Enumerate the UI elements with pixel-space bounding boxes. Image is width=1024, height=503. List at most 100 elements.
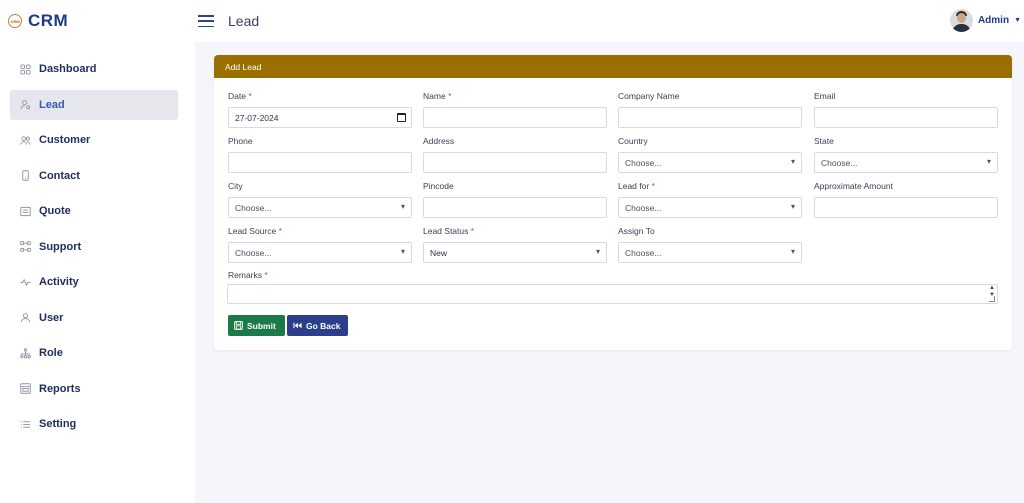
assign-to-field-group: Assign To Choose...	[618, 226, 802, 263]
sidebar-item-label: Support	[39, 240, 82, 253]
user-gear-icon	[20, 99, 31, 110]
sidebar-item-label: User	[39, 311, 64, 324]
go-back-button[interactable]: Go Back	[287, 315, 348, 336]
email-input[interactable]	[814, 107, 998, 128]
city-label: City	[228, 181, 243, 191]
avatar[interactable]	[949, 9, 973, 32]
add-lead-card: Add Lead Date * 27-07-2024 Name * Compan…	[214, 55, 1012, 350]
pulse-icon	[20, 277, 31, 288]
address-field-group: Address	[423, 136, 607, 173]
assign-to-label: Assign To	[618, 226, 655, 236]
address-label: Address	[423, 136, 455, 146]
lead-for-select[interactable]: Choose...	[618, 197, 802, 218]
remarks-field-group: Remarks *	[228, 270, 268, 280]
phone-label: Phone	[228, 136, 253, 146]
remarks-label: Remarks *	[228, 270, 268, 280]
hierarchy-icon	[20, 347, 31, 359]
amount-label: Approximate Amount	[814, 181, 893, 191]
page-title: Lead	[228, 13, 260, 29]
lead-for-label: Lead for *	[618, 181, 655, 191]
city-field-group: City Choose...	[228, 181, 412, 218]
rewind-icon	[293, 322, 302, 329]
country-field-group: Country Choose...	[618, 136, 802, 173]
state-label: State	[814, 136, 834, 146]
grid-icon	[20, 63, 31, 75]
sidebar-item-quote[interactable]: Quote	[10, 196, 178, 226]
sidebar-item-setting[interactable]: Setting	[10, 409, 178, 439]
topbar: Lead Admin ▼	[195, 0, 1024, 42]
sidebar-item-contact[interactable]: Contact	[10, 161, 178, 191]
user-menu[interactable]: Admin ▼	[949, 9, 1021, 32]
card-title: Add Lead	[214, 55, 1012, 78]
lead-source-select[interactable]: Choose...	[228, 242, 412, 263]
sidebar-item-dashboard[interactable]: Dashboard	[10, 54, 178, 84]
sidebar-item-label: Lead	[39, 98, 65, 111]
lead-status-label: Lead Status *	[423, 226, 475, 236]
date-label: Date *	[228, 91, 252, 101]
submit-label: Submit	[247, 320, 276, 331]
remarks-textarea[interactable]: ▲ ▼	[227, 284, 998, 304]
sidebar-item-customer[interactable]: Customer	[10, 125, 178, 155]
sidebar: CRM CRM Dashboard Lead Customer Contact …	[0, 0, 195, 503]
menu-toggle-icon[interactable]	[198, 15, 214, 27]
assign-to-select[interactable]: Choose...	[618, 242, 802, 263]
brand-name: CRM	[28, 11, 69, 30]
sidebar-item-label: Reports	[39, 382, 81, 395]
sidebar-item-activity[interactable]: Activity	[10, 267, 178, 297]
country-label: Country	[618, 136, 648, 146]
sidebar-item-label: Role	[39, 347, 63, 359]
resize-handle-icon[interactable]	[989, 296, 995, 302]
phone-field-group: Phone	[228, 136, 412, 173]
date-field-group: Date * 27-07-2024	[228, 91, 412, 128]
sidebar-item-label: Quote	[39, 205, 71, 217]
save-icon	[234, 321, 243, 330]
caret-down-icon[interactable]: ▼	[1014, 17, 1021, 24]
go-back-label: Go Back	[306, 320, 341, 331]
sidebar-item-role[interactable]: Role	[10, 338, 178, 368]
report-icon	[20, 383, 31, 394]
user-icon	[20, 312, 31, 323]
document-icon	[20, 206, 31, 217]
name-field-group: Name *	[423, 91, 607, 128]
sidebar-item-lead[interactable]: Lead	[10, 89, 178, 120]
pincode-label: Pincode	[423, 181, 454, 191]
sidebar-item-label: Activity	[39, 276, 79, 288]
lead-source-field-group: Lead Source * Choose...	[228, 226, 412, 263]
sidebar-item-support[interactable]: Support	[10, 232, 178, 262]
city-select[interactable]: Choose...	[228, 197, 412, 218]
company-label: Company Name	[618, 91, 680, 101]
lead-status-field-group: Lead Status * New	[423, 226, 607, 263]
lead-source-label: Lead Source *	[228, 226, 282, 236]
phone-icon	[20, 170, 31, 181]
sidebar-item-label: Dashboard	[39, 63, 97, 75]
sidebar-item-label: Setting	[39, 418, 77, 430]
brand[interactable]: CRM CRM	[0, 0, 195, 42]
sidebar-item-label: Contact	[39, 169, 80, 182]
country-select[interactable]: Choose...	[618, 152, 802, 173]
lead-status-select[interactable]: New	[423, 242, 607, 263]
company-field-group: Company Name	[618, 91, 802, 128]
pincode-field-group: Pincode	[423, 181, 607, 218]
company-input[interactable]	[618, 107, 802, 128]
name-label: Name *	[423, 91, 452, 101]
phone-input[interactable]	[228, 152, 412, 173]
email-field-group: Email	[814, 91, 998, 128]
address-input[interactable]	[423, 152, 607, 173]
state-select[interactable]: Choose...	[814, 152, 998, 173]
crm-logo-icon: CRM	[8, 14, 22, 28]
sidebar-item-reports[interactable]: Reports	[10, 374, 178, 404]
name-input[interactable]	[423, 107, 607, 128]
pincode-input[interactable]	[423, 197, 607, 218]
sidebar-item-user[interactable]: User	[10, 303, 178, 333]
calendar-icon[interactable]	[397, 113, 406, 122]
support-icon	[20, 241, 31, 252]
user-name[interactable]: Admin	[978, 15, 1009, 26]
sidebar-nav: Dashboard Lead Customer Contact Quote Su…	[0, 54, 195, 439]
users-icon	[20, 135, 31, 146]
date-input[interactable]: 27-07-2024	[228, 107, 412, 128]
amount-input[interactable]	[814, 197, 998, 218]
list-icon	[20, 419, 31, 430]
submit-button[interactable]: Submit	[228, 315, 285, 336]
sidebar-item-label: Customer	[39, 134, 91, 146]
email-label: Email	[814, 91, 836, 101]
